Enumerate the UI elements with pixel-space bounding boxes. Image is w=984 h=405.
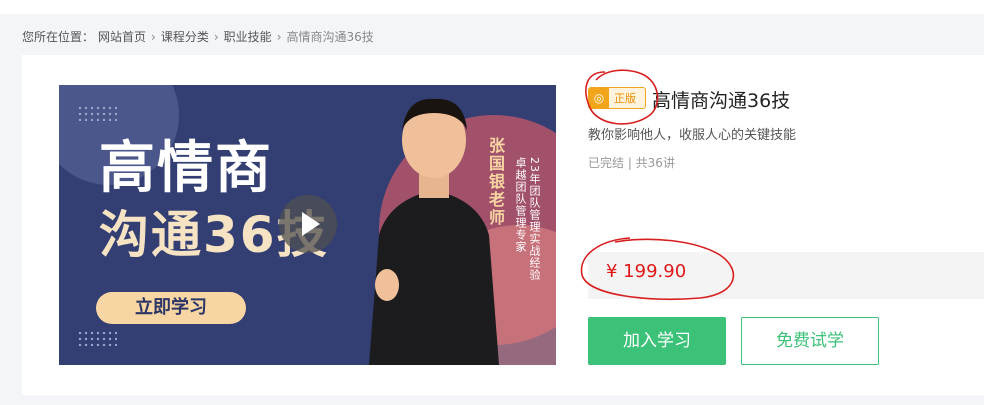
course-subtitle: 教你影响他人，收服人心的关键技能 <box>588 128 797 143</box>
breadcrumb-home[interactable]: 网站首页 <box>98 28 146 45</box>
top-bar <box>0 0 984 14</box>
banner-teacher-name: 张国银老师 <box>486 137 505 227</box>
authentic-badge: ◎ 正版 <box>588 87 646 109</box>
chevron-right-icon: › <box>276 29 282 44</box>
breadcrumb-prefix: 您所在位置： <box>22 30 95 44</box>
play-icon[interactable] <box>279 195 337 253</box>
course-banner[interactable]: 高情商 沟通36技 立即学习 张国银老师 卓越团队管理专家 23年团队管理实战经… <box>59 85 556 365</box>
join-course-button[interactable]: 加入学习 <box>588 317 726 365</box>
banner-tagline-experience: 23年团队管理实战经验 <box>528 157 541 281</box>
dots-decoration <box>77 330 117 346</box>
dots-decoration <box>77 105 117 121</box>
chevron-right-icon: › <box>151 29 156 44</box>
course-title: 高情商沟通36技 <box>652 90 791 112</box>
banner-cta-button[interactable]: 立即学习 <box>96 292 246 324</box>
banner-title-line1: 高情商 <box>99 136 273 201</box>
breadcrumb-subcategory[interactable]: 职业技能 <box>224 28 272 45</box>
breadcrumb-category[interactable]: 课程分类 <box>161 28 209 45</box>
breadcrumb: 您所在位置： 网站首页 › 课程分类 › 职业技能 › 高情商沟通36技 <box>22 28 374 45</box>
chevron-right-icon: › <box>213 29 219 44</box>
breadcrumb-current: 高情商沟通36技 <box>286 30 374 44</box>
badge-label: 正版 <box>614 92 636 105</box>
free-trial-button[interactable]: 免费试学 <box>741 317 879 365</box>
course-status: 已完结 | 共36讲 <box>588 156 675 170</box>
course-price: ¥ 199.90 <box>606 261 687 282</box>
badge-icon: ◎ <box>589 88 609 108</box>
